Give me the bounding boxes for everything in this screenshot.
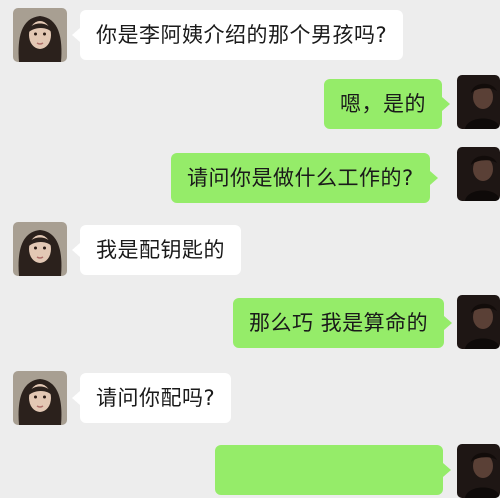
message-text: 请问你配吗? bbox=[96, 386, 216, 410]
message-text: 你是李阿姨介绍的那个男孩吗? bbox=[96, 23, 388, 47]
boy-avatar[interactable] bbox=[457, 75, 500, 129]
message-text: 那么巧 我是算命的 bbox=[249, 311, 429, 335]
message-bubble-outgoing[interactable]: 那么巧 我是算命的 bbox=[233, 298, 453, 348]
message-bubble-incoming[interactable]: 请问你配吗? bbox=[71, 373, 232, 423]
message-bubble-incoming[interactable]: 我是配钥匙的 bbox=[72, 225, 241, 275]
boy-avatar[interactable] bbox=[457, 444, 500, 498]
message-text: 我是配钥匙的 bbox=[96, 238, 225, 262]
boy-avatar[interactable] bbox=[457, 147, 500, 201]
message-bubble-outgoing[interactable]: 请问你是做什么工作的? bbox=[171, 153, 438, 203]
message-bubble-outgoing[interactable] bbox=[215, 445, 451, 495]
girl-avatar[interactable] bbox=[13, 371, 67, 425]
message-text: 嗯，是的 bbox=[340, 92, 426, 116]
message-bubble-outgoing[interactable]: 嗯，是的 bbox=[324, 79, 450, 129]
girl-avatar[interactable] bbox=[13, 8, 67, 62]
message-bubble-incoming[interactable]: 你是李阿姨介绍的那个男孩吗? bbox=[71, 10, 404, 60]
chat-area: 你是李阿姨介绍的那个男孩吗? 嗯，是的 请问你是做什么工作的? 我是配钥匙的 那… bbox=[0, 0, 500, 498]
girl-avatar[interactable] bbox=[13, 222, 67, 276]
boy-avatar[interactable] bbox=[457, 295, 500, 349]
message-text: 请问你是做什么工作的? bbox=[187, 166, 414, 190]
